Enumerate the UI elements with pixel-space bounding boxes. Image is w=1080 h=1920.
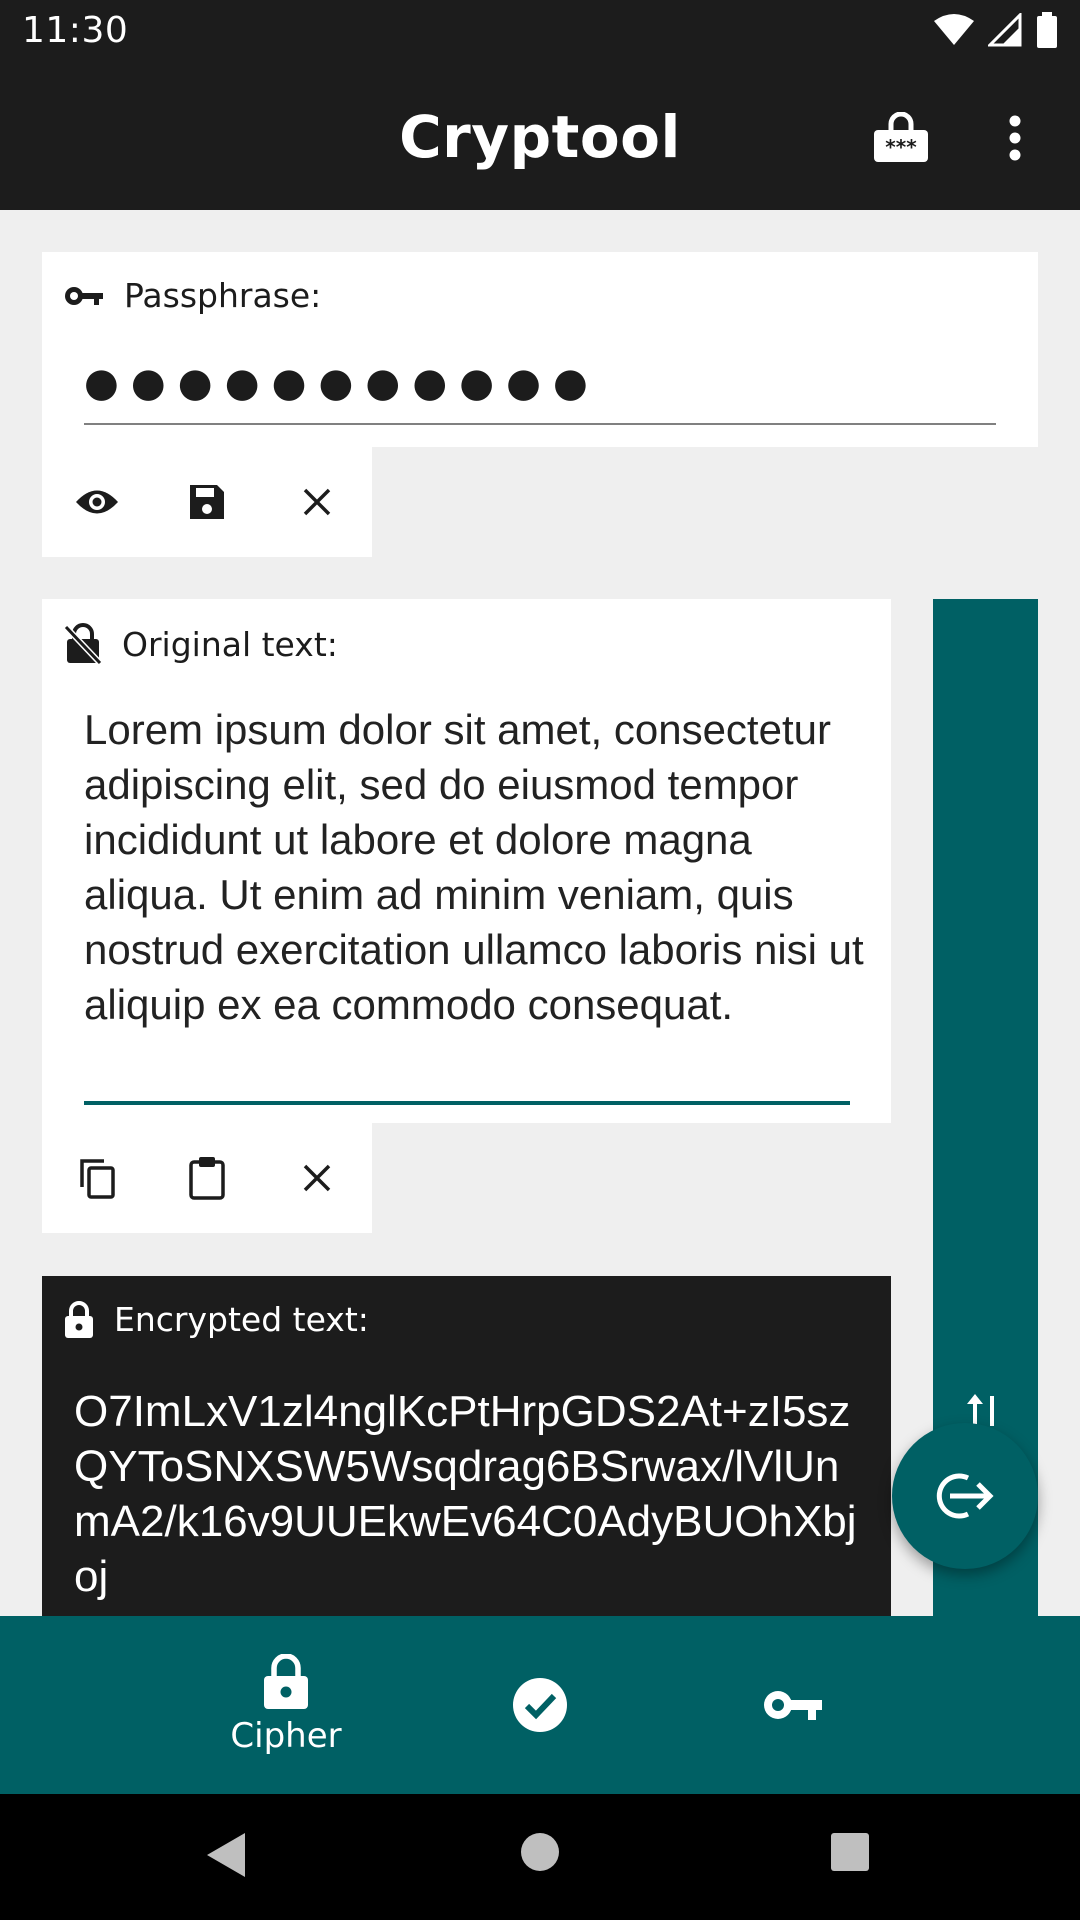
- nav-item-keys[interactable]: [668, 1616, 918, 1794]
- save-passphrase-button[interactable]: [152, 447, 262, 557]
- encrypted-label-row: Encrypted text:: [64, 1300, 369, 1339]
- passphrase-underline: [84, 423, 996, 425]
- clipboard-icon: [189, 1157, 225, 1200]
- nav-item-cipher[interactable]: Cipher: [161, 1616, 411, 1794]
- svg-text:***: ***: [885, 135, 917, 159]
- copy-icon: [80, 1159, 115, 1199]
- clear-original-button[interactable]: [262, 1123, 372, 1233]
- close-icon: [303, 488, 331, 516]
- wifi-icon: [934, 14, 974, 45]
- home-icon[interactable]: [520, 1832, 560, 1872]
- nav-item-verify[interactable]: [415, 1616, 665, 1794]
- paste-button[interactable]: [152, 1123, 262, 1233]
- encrypted-text-output[interactable]: O7ImLxV1zl4nglKcPtHrpGDS2At+zI5szQYToSNX…: [74, 1384, 874, 1604]
- show-passphrase-button[interactable]: [42, 447, 152, 557]
- logout-icon: [936, 1473, 994, 1519]
- close-icon: [303, 1164, 331, 1192]
- nav-cipher-label: Cipher: [230, 1716, 342, 1756]
- encrypted-text-card: Encrypted text: O7ImLxV1zl4nglKcPtHrpGDS…: [42, 1276, 891, 1616]
- save-icon: [190, 485, 224, 519]
- encrypted-label: Encrypted text:: [114, 1300, 369, 1339]
- back-icon[interactable]: [205, 1831, 247, 1879]
- more-vert-icon: [1009, 115, 1021, 161]
- status-icons: [934, 12, 1058, 48]
- eye-icon: [76, 490, 118, 514]
- battery-icon: [1037, 12, 1057, 48]
- passphrase-label: Passphrase:: [124, 276, 322, 315]
- passphrase-card: Passphrase: ●●●●●●●●●●●: [42, 252, 1038, 447]
- recents-icon[interactable]: [830, 1832, 870, 1872]
- original-text-input[interactable]: Lorem ipsum dolor sit amet, consectetur …: [84, 702, 864, 1032]
- original-text-underline: [84, 1101, 850, 1105]
- original-text-actions: [42, 1123, 372, 1233]
- passphrase-label-row: Passphrase:: [64, 276, 321, 315]
- system-navigation-bar: [0, 1794, 1080, 1920]
- overflow-menu-button[interactable]: [990, 103, 1040, 173]
- original-text-card: Original text: Lorem ipsum dolor sit ame…: [42, 599, 891, 1123]
- lock-password-icon: ***: [874, 112, 928, 162]
- status-bar: 11:30: [0, 0, 1080, 63]
- lock-icon: [65, 1300, 93, 1338]
- lock-icon: [264, 1654, 308, 1709]
- signal-icon: [988, 13, 1022, 47]
- passphrase-input[interactable]: ●●●●●●●●●●●: [84, 360, 600, 406]
- original-label-row: Original text:: [64, 623, 338, 665]
- original-label: Original text:: [122, 624, 338, 664]
- bottom-navigation: Cipher: [0, 1616, 1080, 1794]
- process-fab[interactable]: [892, 1423, 1038, 1569]
- lock-open-off-icon: [64, 623, 102, 665]
- password-lock-button[interactable]: ***: [866, 103, 936, 173]
- app-bar: Cryptool ***: [0, 63, 1080, 210]
- key-icon: [65, 286, 103, 305]
- copy-button[interactable]: [42, 1123, 152, 1233]
- clear-passphrase-button[interactable]: [262, 447, 372, 557]
- status-time: 11:30: [22, 10, 129, 51]
- key-icon: [764, 1691, 822, 1720]
- check-circle-icon: [513, 1678, 567, 1732]
- passphrase-actions: [42, 447, 372, 557]
